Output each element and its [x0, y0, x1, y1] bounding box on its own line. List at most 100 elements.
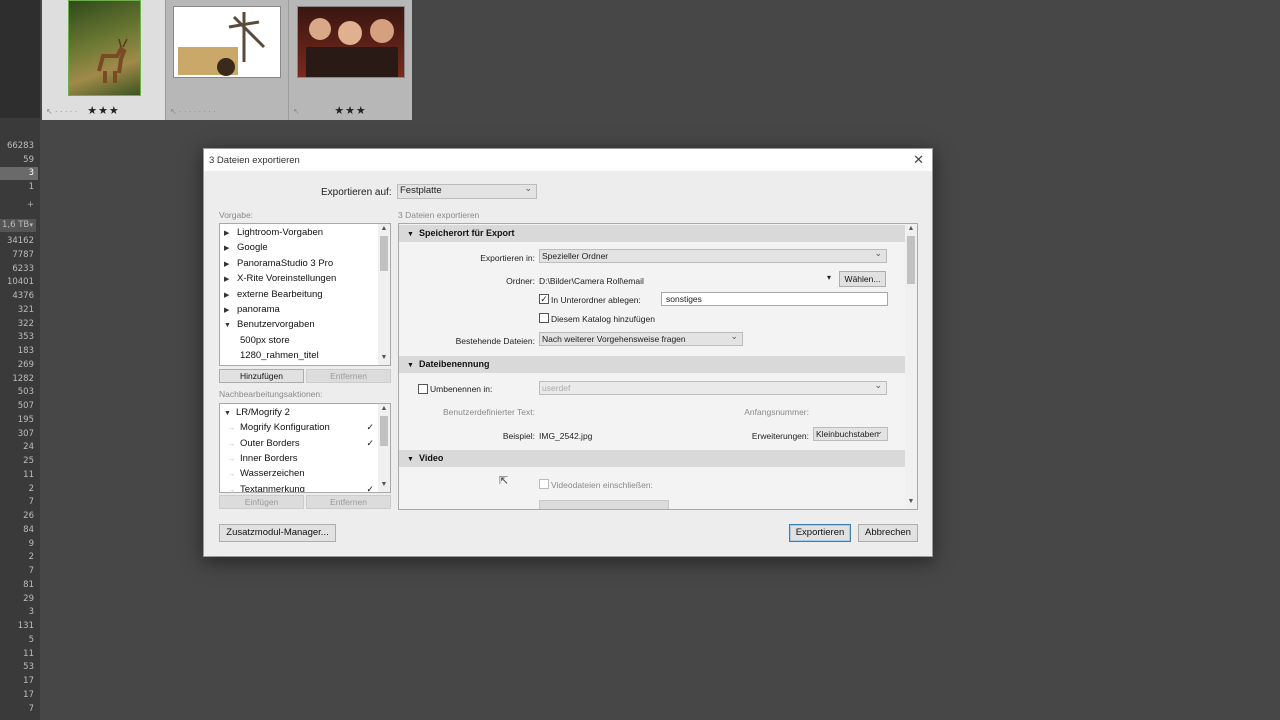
count-value: 59 [23, 155, 34, 165]
collapsed-arrow-icon[interactable]: ▶ [224, 272, 237, 287]
rename-label: Umbenennen in: [430, 384, 493, 394]
scroll-up-icon[interactable]: ▲ [378, 225, 390, 235]
example-label: Beispiel: [502, 431, 535, 441]
action-item[interactable]: → Wasserzeichen [220, 466, 378, 481]
preset-item[interactable]: 500px store [220, 333, 378, 348]
subfolder-input[interactable]: sonstiges [661, 292, 888, 306]
video-format-select[interactable] [539, 500, 669, 509]
preset-item[interactable]: ▶ PanoramaStudio 3 Pro [220, 256, 378, 271]
collapsed-arrow-icon[interactable]: ▶ [224, 257, 237, 272]
include-video-checkbox[interactable] [539, 479, 549, 489]
scroll-thumb[interactable] [380, 236, 388, 271]
count-value: 84 [23, 524, 34, 535]
remove-action-button[interactable]: Entfernen [306, 495, 391, 509]
arrow-icon: → [228, 425, 235, 433]
storage-dropdown[interactable]: 1,6 TB [0, 219, 36, 232]
scroll-down-icon[interactable]: ▼ [378, 354, 390, 364]
count-value: 1282 [12, 373, 34, 384]
count-value: 7 [28, 497, 34, 508]
cancel-button[interactable]: Abbrechen [858, 524, 918, 542]
extensions-select[interactable]: Kleinbuchstaben [813, 425, 888, 441]
scale-thumbnail[interactable] [173, 6, 281, 78]
preset-item-label: 500px store [240, 334, 290, 346]
collapsed-arrow-icon[interactable]: ▶ [224, 241, 237, 256]
scroll-thumb[interactable] [380, 416, 388, 446]
action-item[interactable]: ▼ LR/Mogrify 2 [220, 405, 378, 420]
count-value: 3 [0, 167, 38, 180]
preset-scrollbar[interactable]: ▲ ▼ [378, 224, 390, 365]
export-button[interactable]: Exportieren [789, 524, 851, 542]
preset-item-label: panorama [237, 304, 280, 315]
filmstrip-cell-3[interactable]: ★★★ ↖ [289, 0, 412, 120]
preset-item-label: 1280_rahmen_titel [240, 350, 319, 362]
count-value: 11 [23, 469, 34, 480]
preset-item-label: externe Bearbeitung [237, 288, 323, 300]
count-value: 10401 [6, 277, 34, 288]
preset-item[interactable]: 1280_rahmen_titel [220, 348, 378, 363]
export-to-select[interactable]: Festplatte [397, 182, 537, 199]
count-value: 2 [28, 552, 34, 563]
export-to-label: Exportieren auf: [321, 187, 392, 198]
rename-template-select[interactable]: userdef [539, 379, 887, 395]
choose-folder-button[interactable]: Wählen... [839, 271, 886, 287]
collapsed-arrow-icon[interactable]: ▶ [224, 226, 237, 241]
preset-item[interactable]: ▶ X-Rite Voreinstellungen [220, 271, 378, 286]
section-header-naming[interactable]: ▼ Dateibenennung [399, 356, 906, 373]
collapsed-arrow-icon[interactable]: ▶ [224, 288, 237, 303]
filmstrip-cell-1[interactable]: ★★★ ↖ · · · · · [42, 0, 165, 120]
filmstrip-cell-2[interactable]: ↖ · · · · · · · · [166, 0, 288, 120]
flag-indicator: ↖ · · · · · [46, 107, 78, 116]
section-header-location[interactable]: ▼ Speicherort für Export [399, 225, 906, 242]
add-to-catalog-checkbox[interactable] [539, 313, 549, 323]
scroll-up-icon[interactable]: ▲ [378, 405, 390, 415]
count-value: 11 [23, 648, 34, 659]
scroll-thumb[interactable] [907, 236, 915, 284]
subfolder-checkbox[interactable]: ✓ [539, 294, 549, 304]
action-item-label: Outer Borders [240, 437, 300, 449]
folder-path: D:\Bilder\Camera Roll\email [539, 276, 644, 286]
count-value: 29 [23, 593, 34, 604]
action-item[interactable]: → Outer Borders ✓ [220, 436, 378, 451]
remove-preset-button[interactable]: Entfernen [306, 369, 391, 383]
existing-files-select[interactable]: Nach weiterer Vorgehensweise fragen [539, 330, 743, 346]
collapsed-arrow-icon[interactable]: ▶ [224, 303, 237, 318]
action-item[interactable]: → Inner Borders [220, 451, 378, 466]
scroll-up-icon[interactable]: ▲ [905, 225, 917, 235]
post-processing-list[interactable]: ▼ LR/Mogrify 2 → Mogrify Konfiguration ✓ → Out… [219, 403, 391, 493]
extensions-label: Erweiterungen: [751, 431, 809, 441]
scroll-down-icon[interactable]: ▼ [378, 481, 390, 491]
preset-item[interactable]: ▼ Benutzervorgaben [220, 317, 378, 332]
section-header-video[interactable]: ▼ Video [399, 450, 906, 467]
preset-item[interactable]: ▶ externe Bearbeitung [220, 287, 378, 302]
preset-item[interactable]: ▶ Google [220, 240, 378, 255]
action-item[interactable]: → Textanmerkung ✓ [220, 482, 378, 493]
folder-history-icon[interactable]: ▾ [827, 273, 831, 282]
preset-item[interactable]: ▶ panorama [220, 302, 378, 317]
export-in-select[interactable]: Spezieller Ordner [539, 247, 887, 263]
start-number-label: Anfangsnummer: [744, 407, 809, 417]
add-preset-button[interactable]: Hinzufügen [219, 369, 304, 383]
filmstrip: ★★★ ↖ · · · · · ↖ · · · · · · · · ★★★ ↖ [42, 0, 412, 120]
count-value: 2 [28, 483, 34, 494]
scroll-down-icon[interactable]: ▼ [905, 498, 917, 508]
action-item[interactable]: → Mogrify Konfiguration ✓ [220, 420, 378, 435]
count-value: 322 [17, 318, 34, 329]
insert-action-button[interactable]: Einfügen [219, 495, 304, 509]
preset-list[interactable]: ▶ Lightroom-Vorgaben ▶ Google ▶ PanoramaStudi… [219, 223, 391, 366]
count-value: 4376 [12, 291, 34, 301]
settings-scrollbar[interactable]: ▲ ▼ [905, 224, 917, 509]
group-photo-thumbnail[interactable] [297, 6, 405, 78]
preset-item[interactable]: ▶ Lightroom-Vorgaben [220, 225, 378, 240]
plugin-manager-button[interactable]: Zusatzmodul-Manager... [219, 524, 336, 542]
action-item-label: Wasserzeichen [240, 468, 305, 480]
left-panel-top [0, 0, 40, 118]
flag-indicator: ↖ [293, 107, 300, 116]
deer-thumbnail[interactable] [68, 0, 141, 96]
count-value: 25 [23, 456, 34, 466]
arrow-icon: → [228, 440, 235, 448]
expanded-arrow-icon[interactable]: ▼ [224, 318, 237, 333]
actions-scrollbar[interactable]: ▲ ▼ [378, 404, 390, 492]
action-item-label: Inner Borders [240, 452, 298, 464]
rename-checkbox[interactable] [418, 384, 428, 394]
close-icon[interactable]: ✕ [913, 152, 924, 168]
